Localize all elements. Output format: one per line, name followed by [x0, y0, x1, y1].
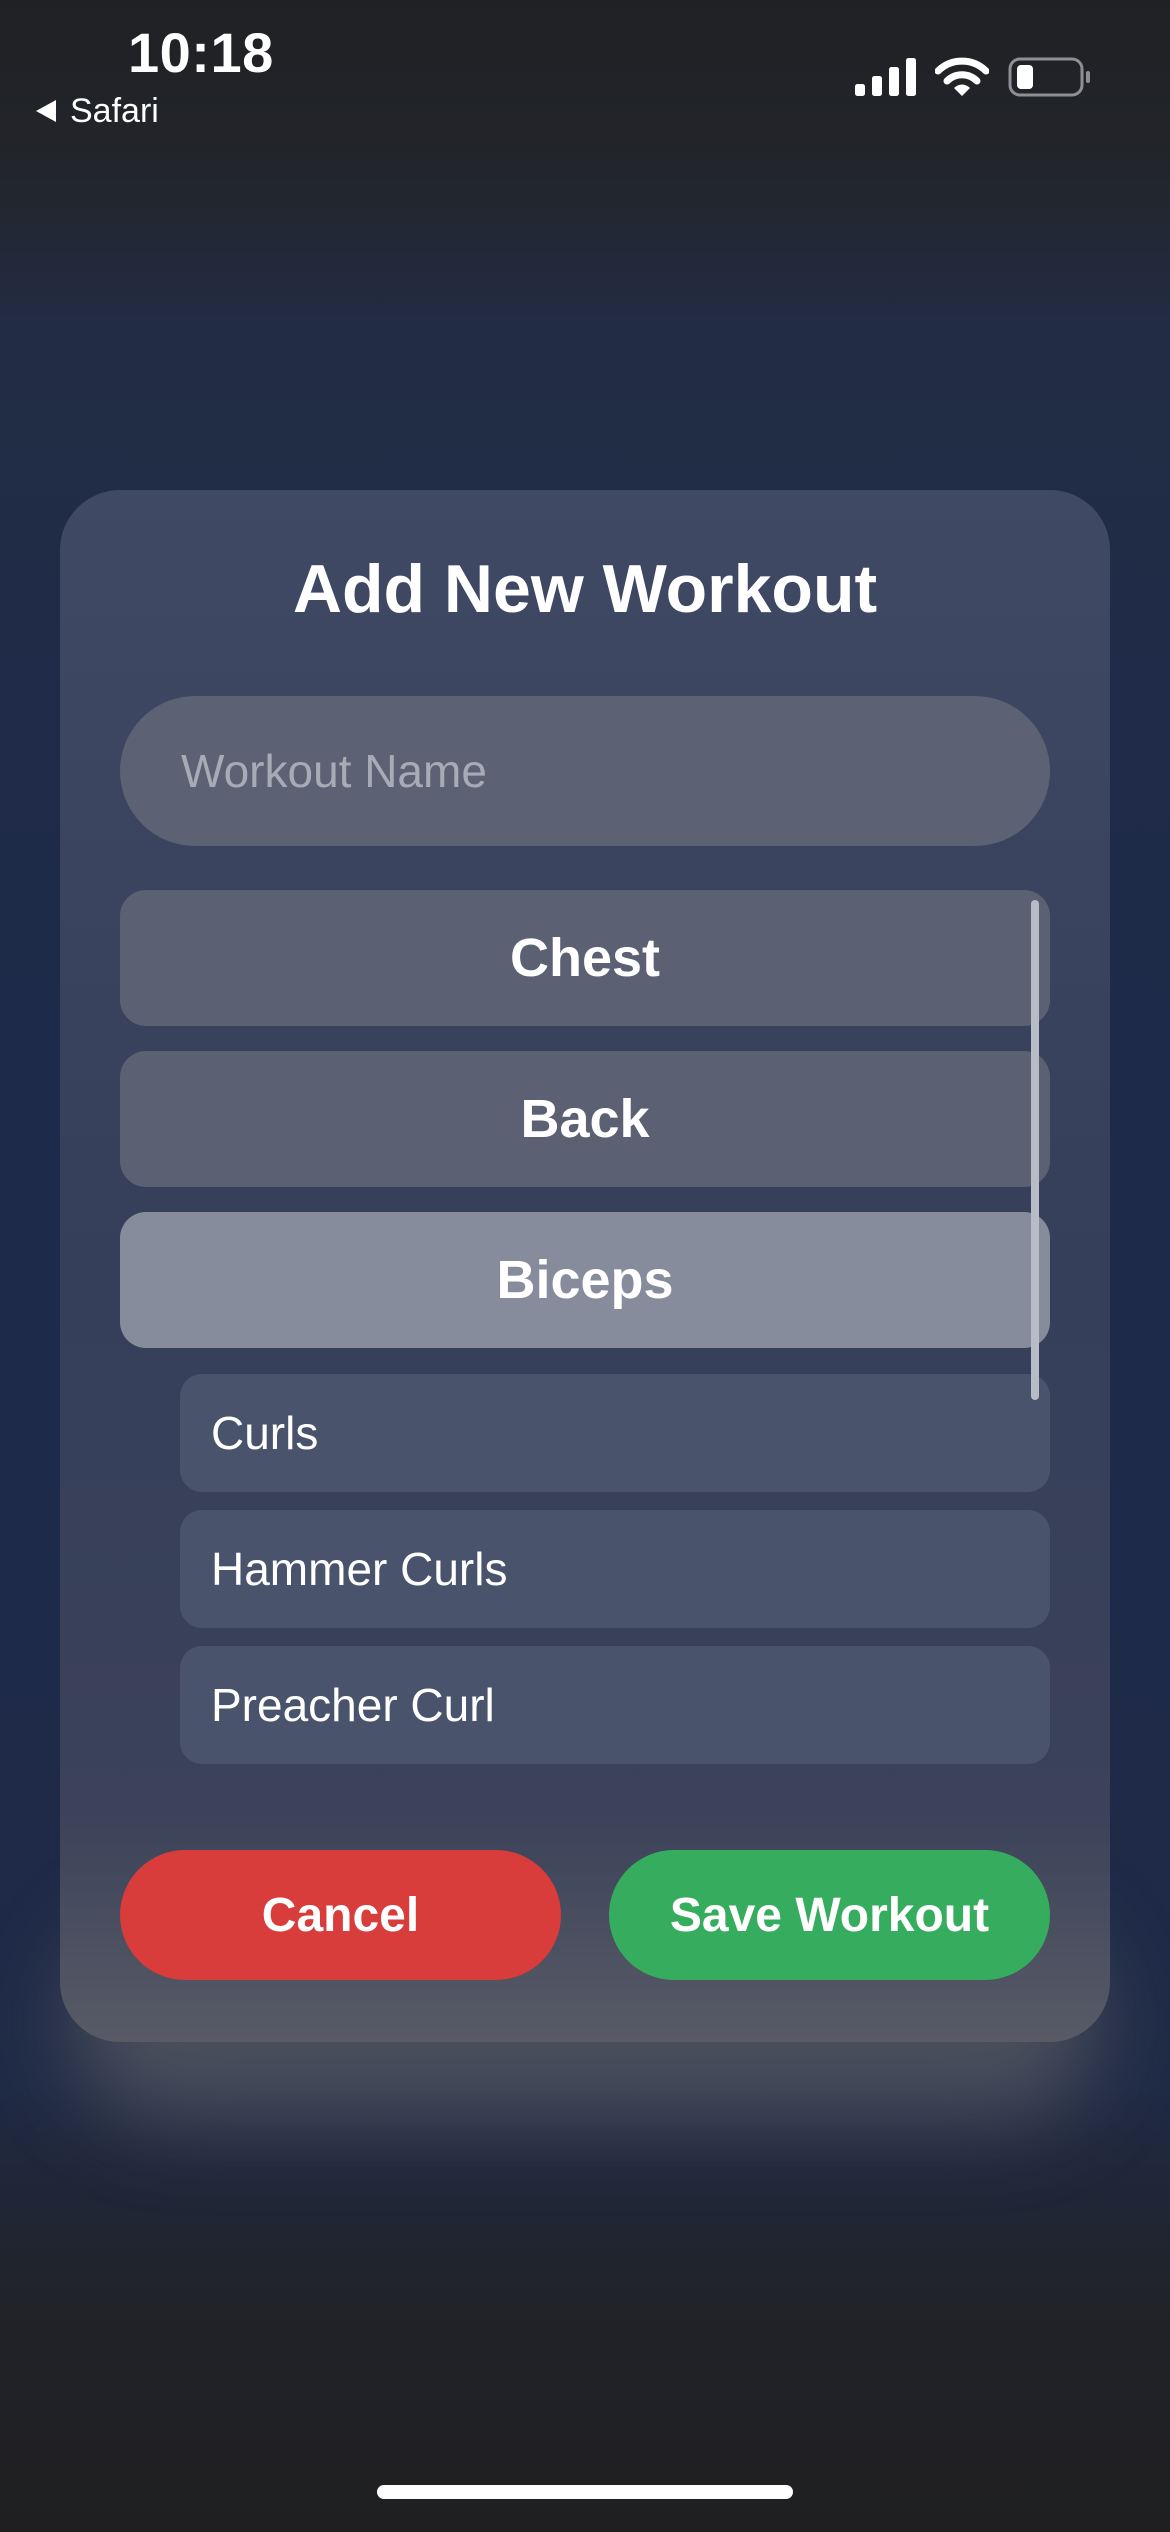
save-button-label: Save Workout	[669, 1888, 990, 1942]
exercise-item-preacher-curl[interactable]: Preacher Curl	[180, 1646, 1050, 1764]
cancel-button[interactable]: Cancel	[120, 1850, 561, 1980]
muscle-group-label: Back	[520, 1089, 650, 1149]
back-to-safari-link[interactable]: Safari	[36, 90, 159, 132]
muscle-group-back-button[interactable]: Back	[120, 1051, 1050, 1187]
list-scrollbar[interactable]	[1031, 900, 1039, 1400]
exercise-label: Preacher Curl	[211, 1679, 495, 1731]
back-app-label: Safari	[70, 91, 159, 130]
exercise-item-curls[interactable]: Curls	[180, 1374, 1050, 1492]
muscle-group-chest-button[interactable]: Chest	[120, 890, 1050, 1026]
workout-name-input[interactable]	[120, 696, 1050, 846]
muscle-group-label: Chest	[509, 928, 661, 988]
exercise-label: Curls	[211, 1407, 319, 1459]
back-arrow-icon	[36, 100, 56, 122]
cancel-button-label: Cancel	[261, 1888, 420, 1942]
home-indicator[interactable]	[377, 2485, 793, 2499]
battery-icon	[1008, 57, 1090, 97]
wifi-icon	[935, 57, 989, 96]
cellular-signal-icon	[855, 58, 916, 96]
modal-title: Add New Workout	[292, 551, 878, 627]
muscle-group-label: Biceps	[496, 1250, 674, 1310]
exercise-label: Hammer Curls	[211, 1543, 508, 1595]
muscle-group-biceps-button[interactable]: Biceps	[120, 1212, 1050, 1348]
status-time: 10:18	[128, 21, 274, 84]
add-workout-modal: Add New Workout Chest Back Biceps Curls …	[60, 490, 1110, 2042]
save-workout-button[interactable]: Save Workout	[609, 1850, 1050, 1980]
exercise-item-hammer-curls[interactable]: Hammer Curls	[180, 1510, 1050, 1628]
